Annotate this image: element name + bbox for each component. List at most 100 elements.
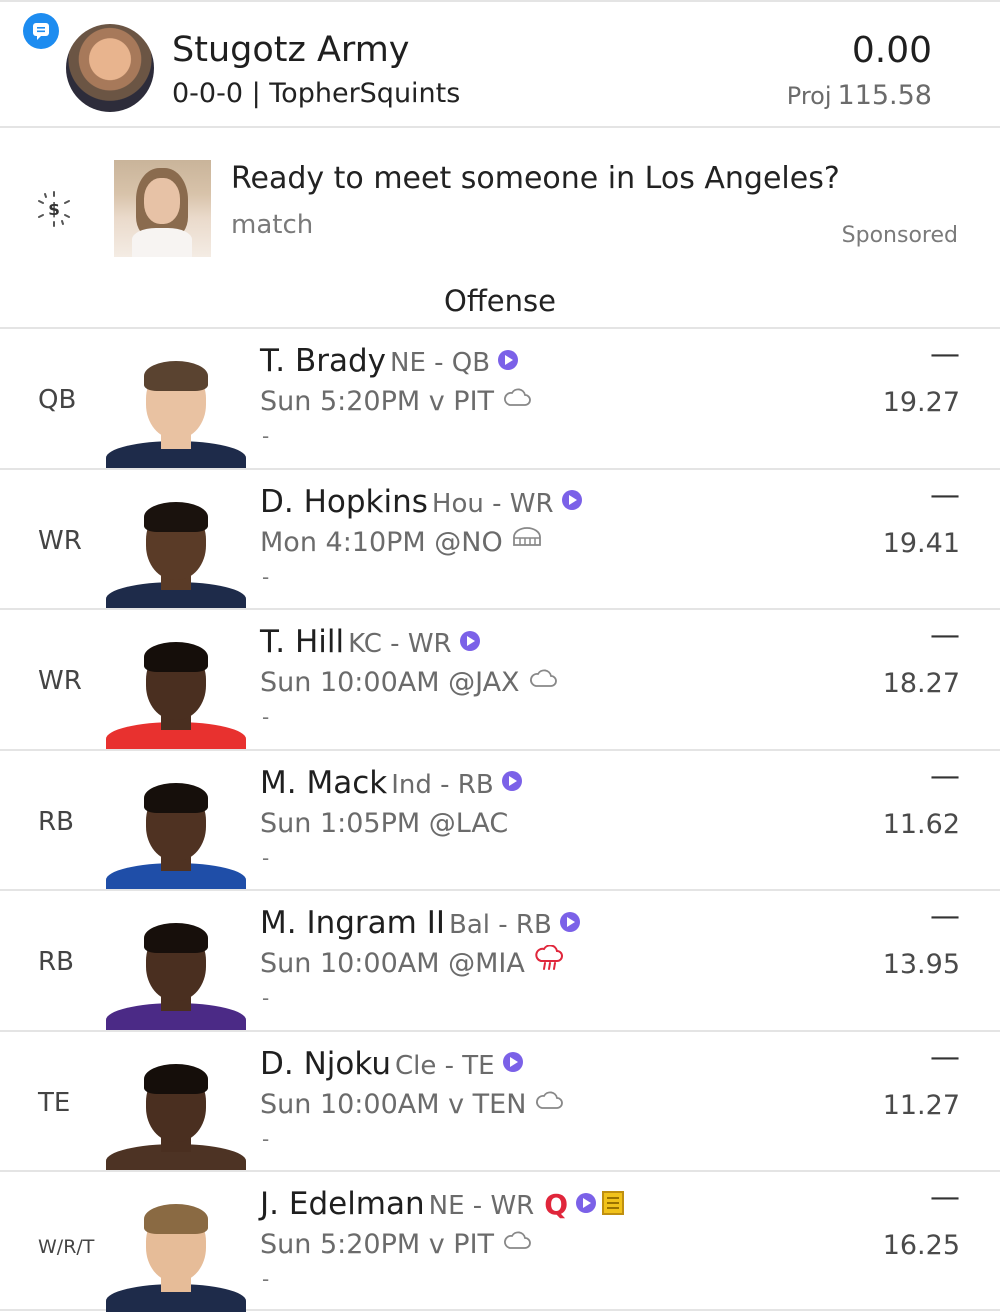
player-headshot[interactable]	[100, 353, 252, 469]
player-row[interactable]: TE D. Njoku Cle - TE Sun 10:00AM v TEN - — 11.…	[0, 1029, 1000, 1172]
player-name-line[interactable]: T. Hill KC - WR	[260, 624, 480, 660]
player-note: -	[262, 705, 270, 729]
player-team-position: KC - WR	[348, 629, 452, 659]
play-video-icon[interactable]	[561, 490, 582, 510]
player-name-line[interactable]: M. Mack Ind - RB	[260, 765, 522, 801]
roster-position[interactable]: RB	[38, 947, 74, 977]
player-row[interactable]: WR T. Hill KC - WR Sun 10:00AM @JAX - — 18.27	[0, 608, 1000, 750]
player-name[interactable]: D. Hopkins	[260, 484, 428, 520]
player-note: -	[262, 424, 270, 448]
player-note: -	[262, 1126, 270, 1151]
player-points: —	[930, 477, 960, 513]
roster-position[interactable]: TE	[38, 1088, 70, 1118]
play-video-icon[interactable]	[498, 349, 519, 370]
roster-position[interactable]: WR	[38, 666, 82, 696]
play-video-icon[interactable]	[576, 1192, 597, 1213]
player-projection: 19.27	[882, 387, 960, 418]
ad-image[interactable]	[114, 160, 211, 257]
team-record-owner: 0-0-0 | TopherSquints	[172, 78, 461, 109]
player-points: —	[930, 758, 960, 794]
game-info: Sun 5:20PM v PIT	[260, 1229, 532, 1261]
cloud-icon	[528, 665, 558, 696]
player-headshot[interactable]	[100, 1056, 252, 1172]
cloud-icon	[534, 1087, 564, 1118]
player-note: -	[262, 986, 270, 1010]
player-points: —	[930, 1180, 960, 1215]
player-name[interactable]: J. Edelman	[260, 1186, 425, 1222]
play-video-icon[interactable]	[559, 911, 580, 932]
player-headshot[interactable]	[100, 1196, 252, 1312]
player-headshot[interactable]	[100, 494, 252, 610]
play-video-icon[interactable]	[459, 630, 480, 651]
game-time-opponent: Sun 10:00AM @JAX	[260, 667, 520, 698]
player-name-line[interactable]: D. Njoku Cle - TE	[260, 1046, 523, 1082]
team-avatar[interactable]	[66, 24, 154, 112]
game-time-opponent: Sun 5:20PM v PIT	[260, 386, 495, 417]
player-row[interactable]: RB M. Mack Ind - RB Sun 1:05PM @LAC - — 11.62	[0, 748, 1000, 891]
game-time-opponent: Sun 10:00AM @MIA	[260, 948, 525, 979]
player-points: —	[930, 1039, 960, 1075]
game-info: Sun 5:20PM v PIT	[260, 386, 532, 418]
section-title: Offense	[444, 284, 556, 318]
player-note: -	[262, 564, 270, 589]
roster-position[interactable]: RB	[38, 807, 74, 837]
rain-icon	[533, 944, 565, 978]
player-headshot[interactable]	[100, 634, 252, 750]
player-note-icon[interactable]	[602, 1190, 625, 1215]
team-projection: Proj 115.58	[787, 80, 932, 111]
svg-text:$: $	[48, 200, 60, 220]
player-points: —	[930, 337, 960, 372]
injury-status-badge: Q	[544, 1188, 569, 1221]
player-headshot[interactable]	[100, 775, 252, 891]
player-row[interactable]: QB T. Brady NE - QB Sun 5:20PM v PIT - — 19.27	[0, 327, 1000, 469]
player-row[interactable]: RB M. Ingram II Bal - RB Sun 10:00AM @MIA - —…	[0, 889, 1000, 1031]
sponsored-ad[interactable]: $ Ready to meet someone in Los Angeles? …	[0, 130, 1000, 278]
player-name-line[interactable]: M. Ingram II Bal - RB	[260, 905, 580, 941]
roster-position[interactable]: QB	[38, 385, 76, 415]
dome-icon	[511, 525, 543, 556]
player-projection: 11.62	[882, 808, 960, 840]
ad-title[interactable]: Ready to meet someone in Los Angeles?	[231, 161, 840, 196]
player-name-line[interactable]: J. Edelman NE - WR Q	[260, 1186, 625, 1222]
player-team-position: NE - WR	[428, 1191, 535, 1221]
player-team-position: Ind - RB	[391, 769, 494, 800]
player-name-line[interactable]: D. Hopkins Hou - WR	[260, 484, 582, 520]
player-projection: 18.27	[882, 668, 960, 699]
player-note: -	[262, 845, 270, 870]
player-note: -	[262, 1267, 270, 1291]
player-team-position: Bal - RB	[449, 910, 552, 940]
game-info: Mon 4:10PM @NO	[260, 527, 543, 559]
team-name[interactable]: Stugotz Army	[172, 30, 410, 70]
player-points: —	[930, 899, 960, 934]
game-time-opponent: Mon 4:10PM @NO	[260, 526, 503, 558]
player-projection: 13.95	[882, 949, 960, 980]
player-headshot[interactable]	[100, 915, 252, 1031]
cloud-icon	[502, 384, 532, 415]
play-video-icon[interactable]	[501, 771, 522, 791]
player-row[interactable]: WR D. Hopkins Hou - WR Mon 4:10PM @NO - — 19.4…	[0, 467, 1000, 610]
cloud-icon	[502, 1227, 532, 1258]
player-name[interactable]: D. Njoku	[260, 1046, 391, 1082]
player-name[interactable]: T. Hill	[260, 624, 344, 660]
proj-label: Proj	[786, 82, 832, 110]
play-video-icon[interactable]	[502, 1052, 523, 1072]
player-name-line[interactable]: T. Brady NE - QB	[260, 343, 519, 379]
player-name[interactable]: T. Brady	[260, 343, 386, 379]
team-header: Stugotz Army 0-0-0 | TopherSquints 0.00 …	[0, 0, 1000, 128]
player-row[interactable]: W/R/T J. Edelman NE - WR Q Sun 5:20PM v PIT -…	[0, 1170, 1000, 1312]
game-time-opponent: Sun 1:05PM @LAC	[260, 807, 509, 839]
roster-position[interactable]: WR	[38, 526, 82, 556]
game-info: Sun 10:00AM @MIA	[260, 944, 565, 981]
player-projection: 11.27	[882, 1089, 960, 1121]
game-info: Sun 10:00AM v TEN	[260, 1089, 564, 1121]
player-points: —	[930, 618, 960, 653]
player-name[interactable]: M. Mack	[260, 765, 387, 801]
dollar-sparkle-icon: $	[36, 191, 72, 227]
ad-brand: match	[231, 210, 314, 240]
game-time-opponent: Sun 5:20PM v PIT	[260, 1229, 495, 1260]
chat-bubble-icon[interactable]	[23, 13, 59, 49]
player-name[interactable]: M. Ingram II	[260, 905, 445, 941]
player-team-position: Hou - WR	[431, 488, 554, 519]
roster-list: QB T. Brady NE - QB Sun 5:20PM v PIT - — 19.27…	[0, 327, 1000, 1312]
roster-position[interactable]: W/R/T	[38, 1236, 94, 1258]
